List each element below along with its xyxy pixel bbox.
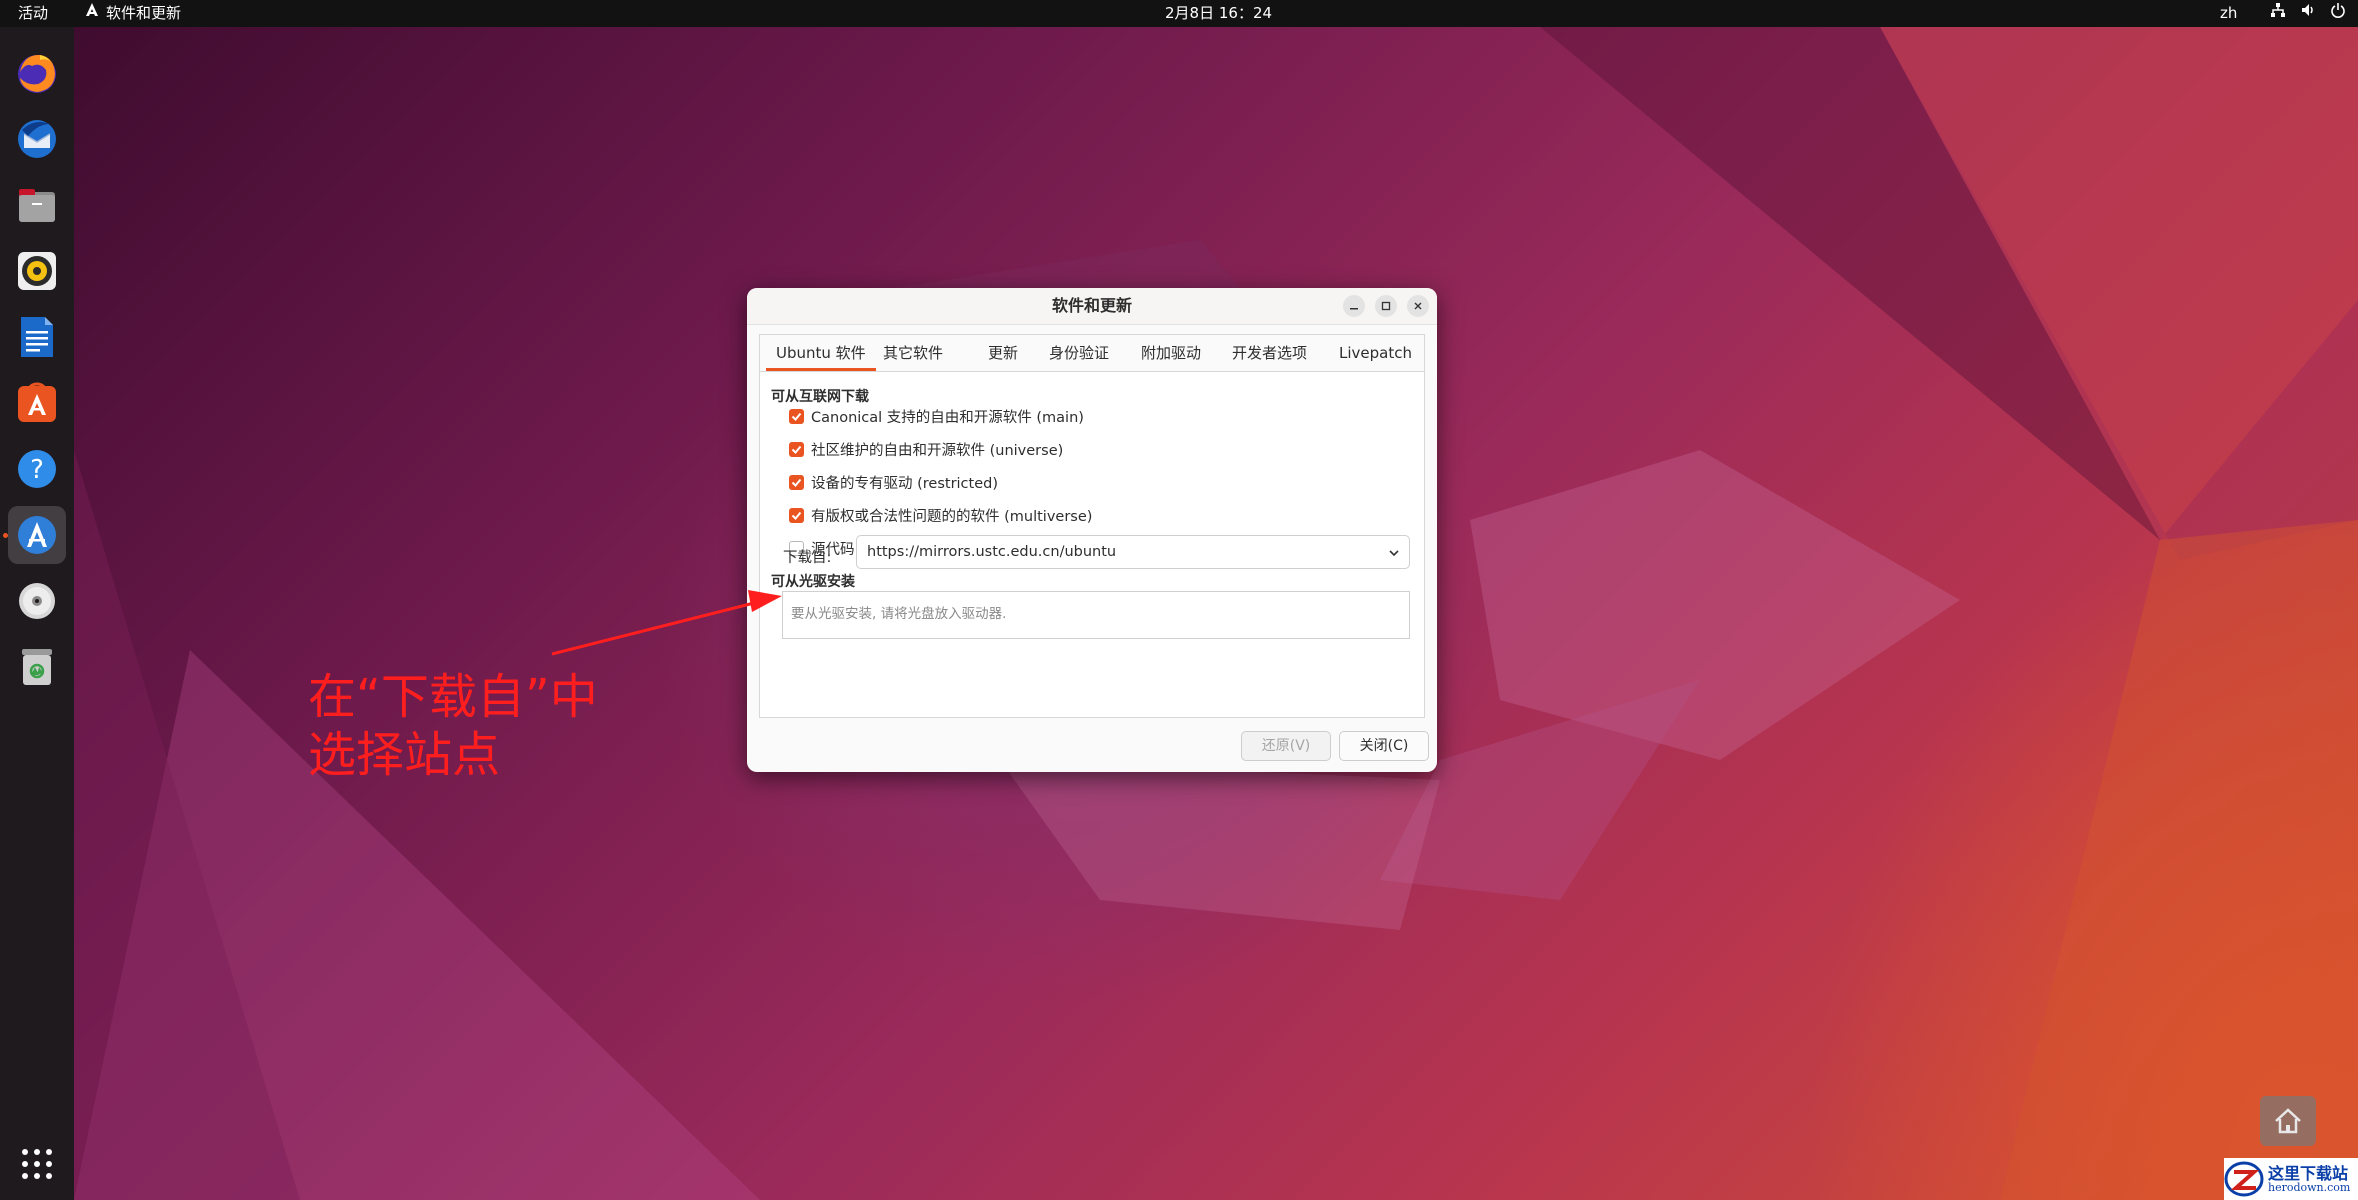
home-icon: [2275, 1108, 2301, 1134]
home-folder[interactable]: [2260, 1096, 2316, 1146]
watermark-title: 这里下载站: [2268, 1163, 2349, 1183]
annotation-line-1: 在“下载自”中: [308, 669, 598, 725]
site-watermark: 这里下载站 herodown.com: [2224, 1158, 2358, 1200]
watermark-url: herodown.com: [2268, 1180, 2351, 1194]
annotation-text: 在“下载自”中 选择站点: [308, 668, 598, 784]
annotation-arrow: [551, 590, 782, 656]
watermark-logo-icon: [2224, 1161, 2264, 1197]
annotation-line-2: 选择站点: [308, 727, 501, 783]
